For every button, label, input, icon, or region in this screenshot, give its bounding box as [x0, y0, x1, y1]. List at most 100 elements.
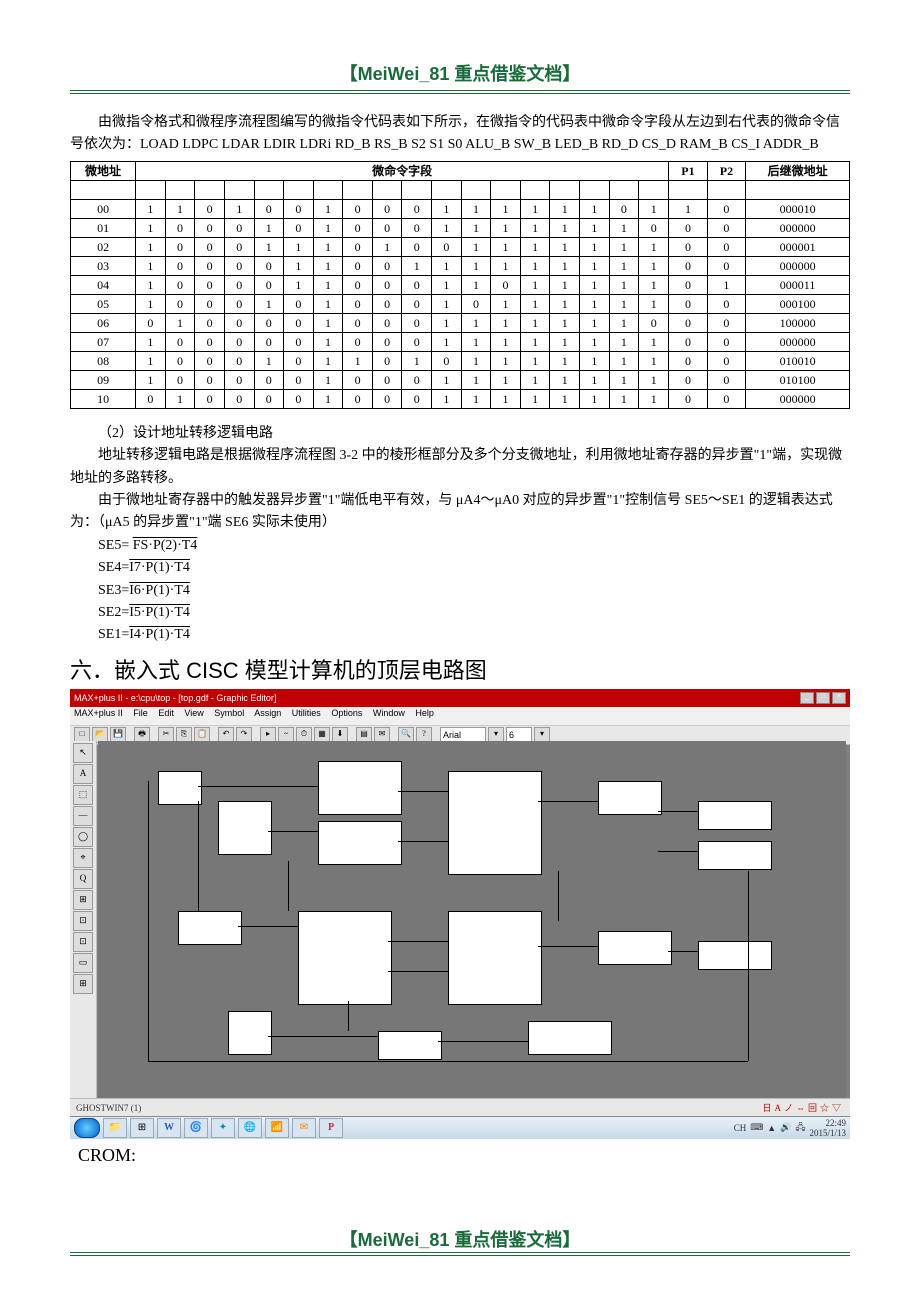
menu-options[interactable]: Options — [331, 708, 362, 718]
cell-bit: 1 — [550, 351, 580, 370]
schematic-block[interactable] — [528, 1021, 612, 1055]
schematic-canvas[interactable] — [98, 741, 846, 1099]
cell-bit: 0 — [343, 218, 373, 237]
cell-bit: 1 — [550, 313, 580, 332]
task-thunder-icon[interactable]: ✦ — [211, 1118, 235, 1138]
table-row: 0210001110100111111100000001 — [71, 237, 850, 256]
schematic-block[interactable] — [318, 761, 402, 815]
cell-bit: 1 — [491, 237, 521, 256]
tray-keyboard-icon[interactable]: ⌨ — [750, 1122, 763, 1133]
page-footer-title: 【MeiWei_81 重点借鉴文档】 — [70, 1226, 850, 1252]
cell-bit: 0 — [372, 218, 402, 237]
side-line[interactable]: — — [73, 806, 93, 826]
cell-bit: 1 — [580, 218, 610, 237]
cell-bit: 1 — [136, 256, 166, 275]
cell-bit: 1 — [432, 332, 462, 351]
schematic-block[interactable] — [218, 801, 272, 855]
wire — [148, 781, 149, 1061]
footer-rule-2 — [70, 1255, 850, 1256]
schematic-block[interactable] — [448, 911, 542, 1005]
cell-p1: 0 — [669, 313, 707, 332]
task-ppt-icon[interactable]: P — [319, 1118, 343, 1138]
menu-assign[interactable]: Assign — [254, 708, 281, 718]
cell-bit: 1 — [313, 294, 343, 313]
cell-bit: 0 — [224, 332, 254, 351]
schematic-block[interactable] — [228, 1011, 272, 1055]
side-fit[interactable]: ⊞ — [73, 890, 93, 910]
side-junction[interactable]: ⌖ — [73, 848, 93, 868]
start-button[interactable] — [74, 1118, 100, 1138]
task-mail-icon[interactable]: ✉ — [292, 1118, 316, 1138]
cell-next: 000000 — [746, 218, 850, 237]
schematic-block[interactable] — [298, 911, 392, 1005]
tray-net-icon[interactable]: 🖧 — [795, 1120, 805, 1136]
cell-bit: 0 — [224, 294, 254, 313]
schematic-block[interactable] — [178, 911, 242, 945]
cell-p1: 0 — [669, 237, 707, 256]
cell-bit: 0 — [195, 332, 225, 351]
tray-flag-icon[interactable]: ▲ — [767, 1123, 776, 1133]
menu-file[interactable]: File — [133, 708, 148, 718]
cell-bit: 1 — [639, 370, 669, 389]
menubar: MAX+plus II File Edit View Symbol Assign… — [70, 707, 850, 726]
schematic-block[interactable] — [448, 771, 542, 875]
side-zoom[interactable]: Q — [73, 869, 93, 889]
menu-maxplus[interactable]: MAX+plus II — [74, 708, 123, 718]
cell-bit: 0 — [195, 294, 225, 313]
task-browser-icon[interactable]: 🌐 — [238, 1118, 262, 1138]
minimize-button[interactable]: _ — [800, 692, 814, 704]
cell-bit: 1 — [343, 351, 373, 370]
task-spiral-icon[interactable]: 🌀 — [184, 1118, 208, 1138]
schematic-block[interactable] — [698, 841, 772, 870]
cell-bit: 1 — [491, 313, 521, 332]
tray-lang[interactable]: CH — [734, 1123, 747, 1133]
menu-help[interactable]: Help — [415, 708, 434, 718]
schematic-block[interactable] — [698, 801, 772, 830]
wire — [198, 786, 318, 787]
cell-bit: 0 — [224, 370, 254, 389]
cell-bit: 1 — [432, 256, 462, 275]
menu-utilities[interactable]: Utilities — [292, 708, 321, 718]
cell-bit: 0 — [224, 275, 254, 294]
cell-bit: 1 — [550, 256, 580, 275]
menu-view[interactable]: View — [184, 708, 203, 718]
cell-bit: 0 — [372, 332, 402, 351]
side-rubber[interactable]: ▭ — [73, 953, 93, 973]
menu-symbol[interactable]: Symbol — [214, 708, 244, 718]
task-word-icon[interactable]: W — [157, 1118, 181, 1138]
cell-bit: 0 — [639, 218, 669, 237]
cell-bit: 1 — [461, 199, 491, 218]
task-app-icon[interactable]: ⊞ — [130, 1118, 154, 1138]
side-connect[interactable]: ⊞ — [73, 974, 93, 994]
cell-bit: 0 — [372, 389, 402, 408]
cell-bit: 1 — [580, 351, 610, 370]
side-grid1[interactable]: ⊡ — [73, 911, 93, 931]
menu-edit[interactable]: Edit — [158, 708, 174, 718]
schematic-block[interactable] — [158, 771, 202, 805]
side-grid2[interactable]: ⊡ — [73, 932, 93, 952]
side-arc[interactable]: ◯ — [73, 827, 93, 847]
task-net-icon[interactable]: 📶 — [265, 1118, 289, 1138]
schematic-block[interactable] — [378, 1031, 442, 1060]
schematic-block[interactable] — [598, 781, 662, 815]
side-symbol[interactable]: ⬚ — [73, 785, 93, 805]
schematic-block[interactable] — [318, 821, 402, 865]
table-row: 0910000010001111111100010100 — [71, 370, 850, 389]
formula-block: SE5= FS·P(2)·T4 SE4=I7·P(1)·T4 SE3=I6·P(… — [98, 535, 850, 647]
cell-bit: 0 — [284, 389, 314, 408]
tray-vol-icon[interactable]: 🔊 — [780, 1122, 791, 1133]
cell-bit: 0 — [254, 256, 284, 275]
schematic-block[interactable] — [698, 941, 772, 970]
maximize-button[interactable]: □ — [816, 692, 830, 704]
schematic-block[interactable] — [598, 931, 672, 965]
cell-next: 000000 — [746, 389, 850, 408]
menu-window[interactable]: Window — [373, 708, 405, 718]
side-text[interactable]: A — [73, 764, 93, 784]
cell-bit: 0 — [165, 351, 195, 370]
close-button[interactable]: × — [832, 692, 846, 704]
cell-bit: 1 — [313, 389, 343, 408]
task-explorer-icon[interactable]: 📁 — [103, 1118, 127, 1138]
side-select[interactable]: ↖ — [73, 743, 93, 763]
cell-next: 000000 — [746, 256, 850, 275]
cell-next: 000011 — [746, 275, 850, 294]
